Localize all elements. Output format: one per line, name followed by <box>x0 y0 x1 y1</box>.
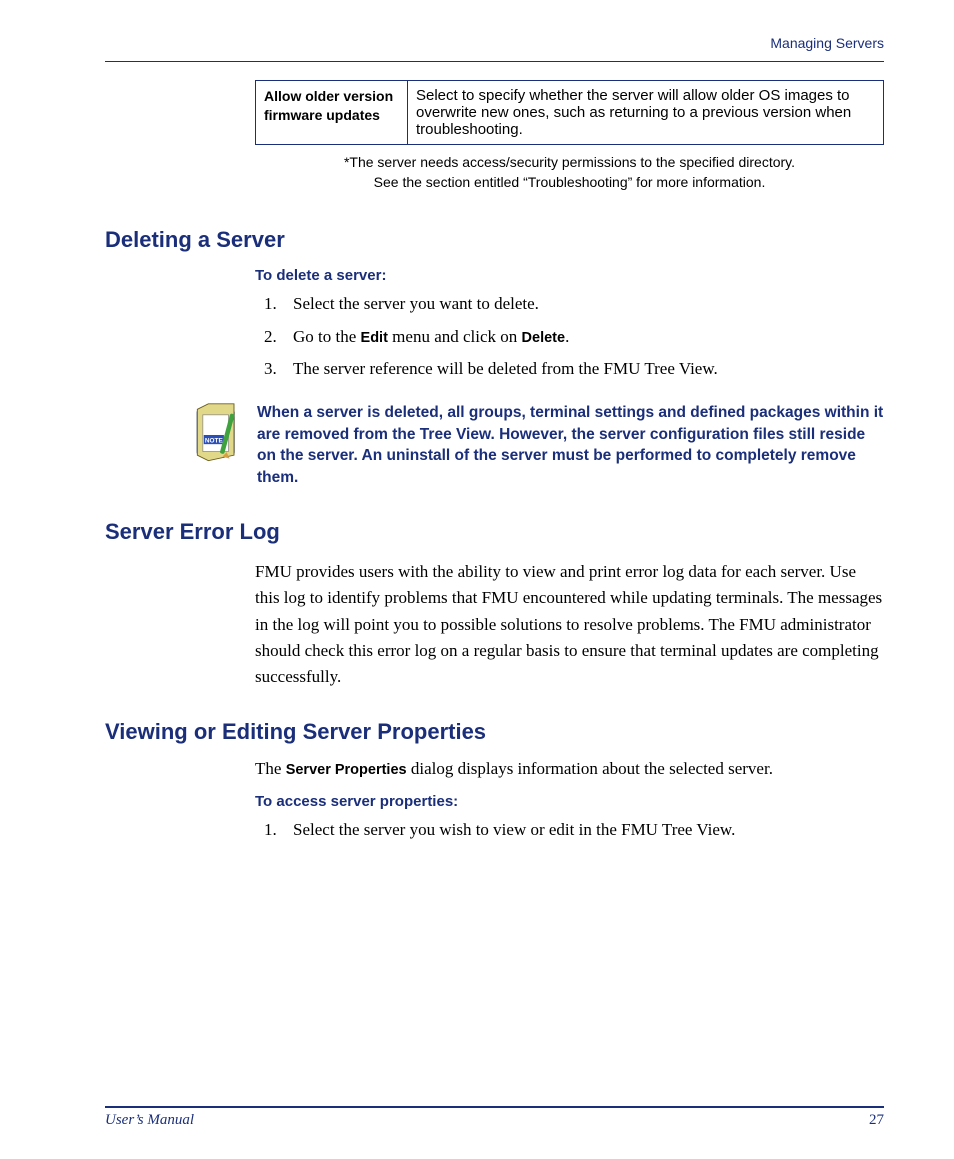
heading-server-error-log: Server Error Log <box>105 519 884 545</box>
option-description: Select to specify whether the server wil… <box>408 81 884 145</box>
server-properties-term: Server Properties <box>286 762 407 778</box>
footnote-line2: See the section entitled “Troubleshootin… <box>374 174 766 190</box>
subhead-access-properties: To access server properties: <box>255 793 884 810</box>
error-log-paragraph: FMU provides users with the ability to v… <box>255 559 884 691</box>
access-step-1: Select the server you wish to view or ed… <box>281 818 884 843</box>
sec1-content: To delete a server: Select the server yo… <box>255 267 884 382</box>
header-rule <box>105 61 884 62</box>
page: Managing Servers Allow older version fir… <box>0 0 954 1159</box>
subhead-to-delete: To delete a server: <box>255 267 884 284</box>
note-icon: NOTE <box>190 402 245 471</box>
heading-deleting-server: Deleting a Server <box>105 227 884 253</box>
sec3-content: The Server Properties dialog displays in… <box>255 759 884 843</box>
sec2-content: FMU provides users with the ability to v… <box>255 559 884 691</box>
svg-text:NOTE: NOTE <box>205 437 224 444</box>
delete-term: Delete <box>522 330 566 346</box>
footer-rule <box>105 1106 884 1108</box>
delete-step-1: Select the server you want to delete. <box>281 292 884 317</box>
footnote-line1: *The server needs access/security permis… <box>344 154 795 170</box>
option-label: Allow older version firmware updates <box>256 81 408 145</box>
delete-steps: Select the server you want to delete. Go… <box>255 292 884 382</box>
delete-step-2: Go to the Edit menu and click on Delete. <box>281 325 884 350</box>
table-footnote: *The server needs access/security permis… <box>255 153 884 192</box>
page-number: 27 <box>869 1112 884 1129</box>
note-text: When a server is deleted, all groups, te… <box>257 402 884 489</box>
sec3-intro: The Server Properties dialog displays in… <box>255 759 884 779</box>
footer-left: User’s Manual <box>105 1112 194 1129</box>
table-block: Allow older version firmware updates Sel… <box>255 80 884 192</box>
option-table: Allow older version firmware updates Sel… <box>255 80 884 145</box>
heading-viewing-editing: Viewing or Editing Server Properties <box>105 719 884 745</box>
page-footer: User’s Manual 27 <box>105 1106 884 1129</box>
header-section-title: Managing Servers <box>105 35 884 51</box>
note-block: NOTE When a server is deleted, all group… <box>190 402 884 489</box>
delete-step-3: The server reference will be deleted fro… <box>281 357 884 382</box>
edit-menu-term: Edit <box>361 330 388 346</box>
access-steps: Select the server you wish to view or ed… <box>255 818 884 843</box>
